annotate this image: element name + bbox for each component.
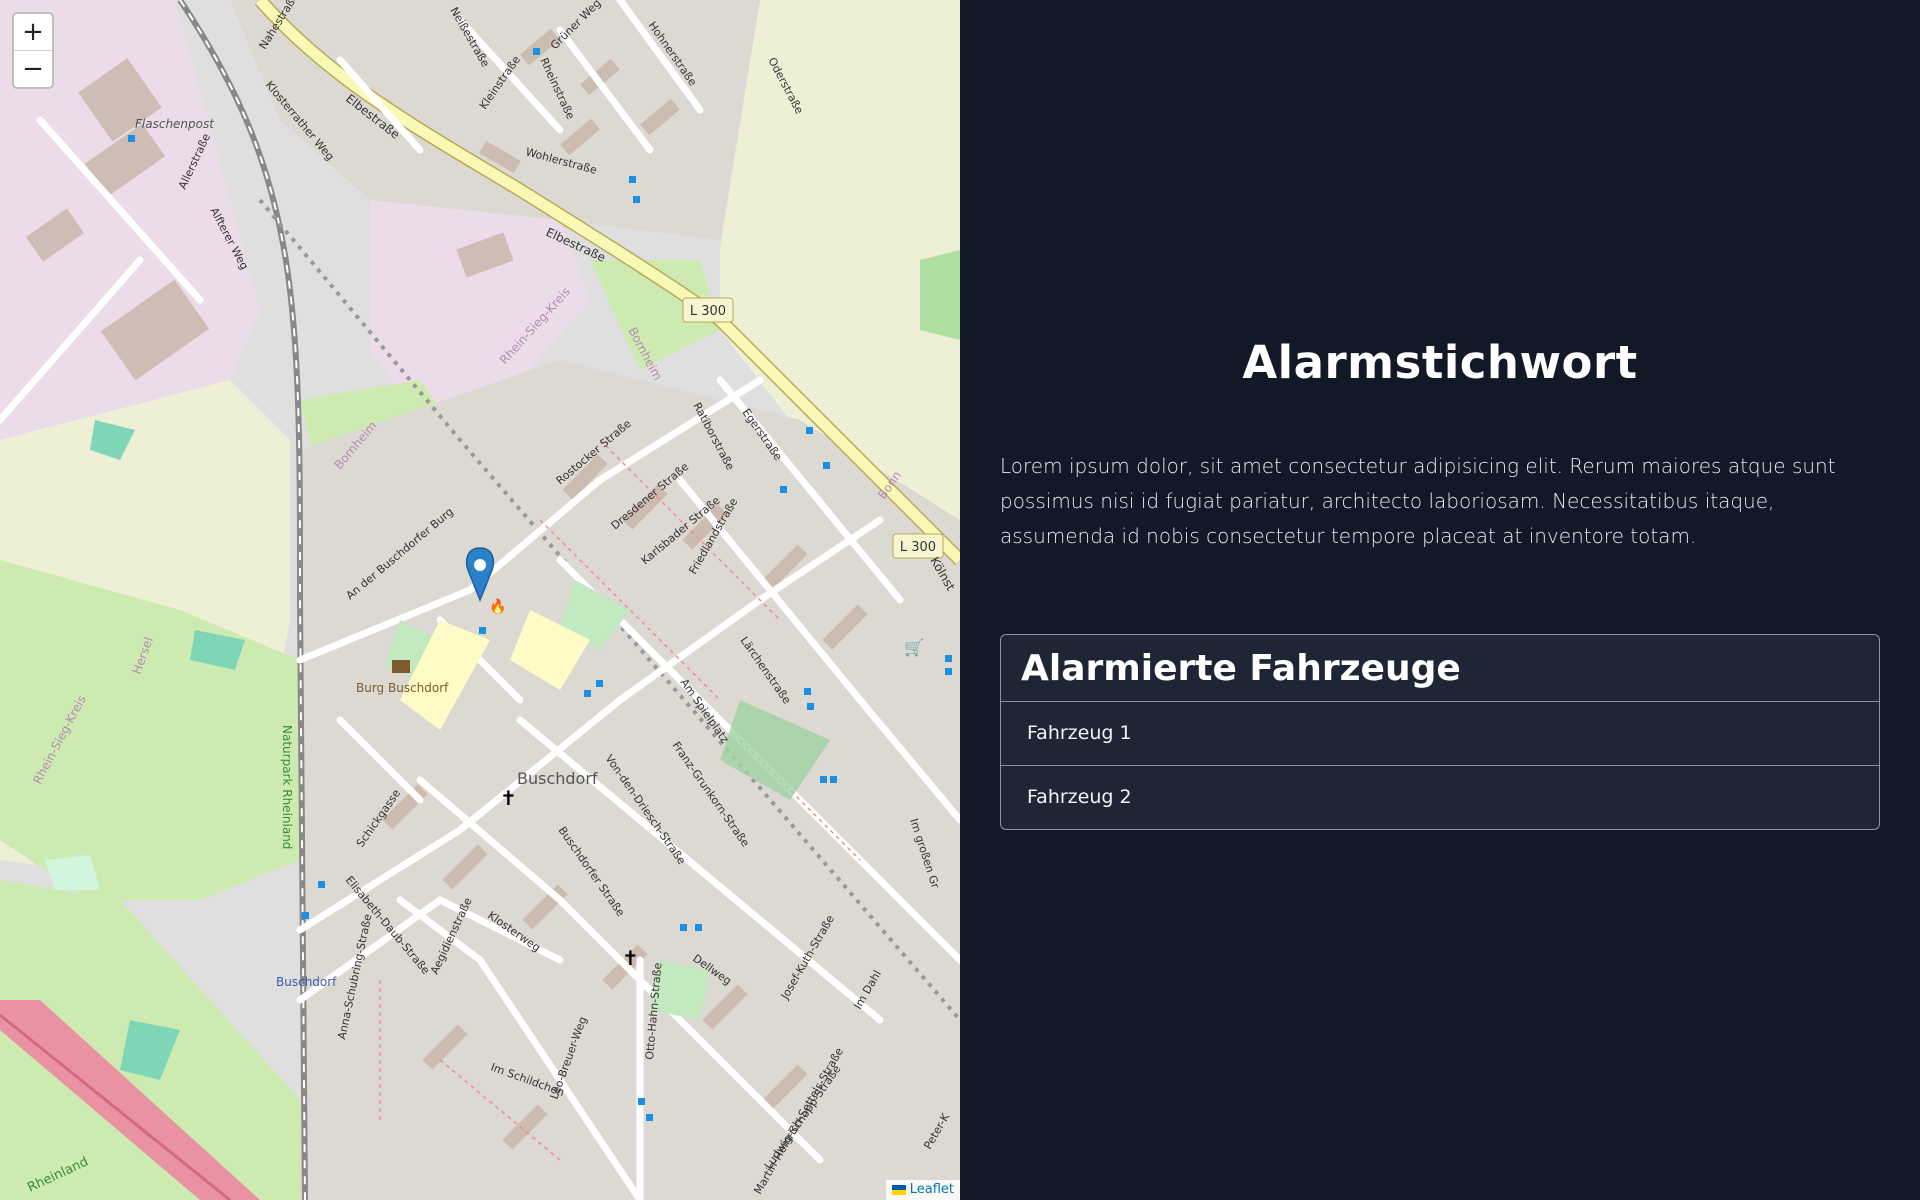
shop-icon: 🛒 xyxy=(904,638,924,657)
church-icon-2: ✝ xyxy=(622,946,639,970)
svg-text:L 300: L 300 xyxy=(690,304,726,319)
map-view[interactable]: L 300 L 300 🔥 ✝ ✝ 🛒 Flaschenpost Elbestr… xyxy=(0,0,960,1200)
leaflet-link[interactable]: Leaflet xyxy=(910,1180,954,1200)
svg-text:Naturpark Rheinland: Naturpark Rheinland xyxy=(280,725,294,849)
alarm-info-panel: Alarmstichwort Lorem ipsum dolor, sit am… xyxy=(960,0,1920,1200)
map-attribution: Leaflet xyxy=(885,1180,960,1200)
svg-text:Flaschenpost: Flaschenpost xyxy=(135,117,215,131)
alerted-vehicles-card: Alarmierte Fahrzeuge Fahrzeug 1 Fahrzeug… xyxy=(1000,634,1880,830)
svg-text:L 300: L 300 xyxy=(900,540,936,555)
vehicle-list-item: Fahrzeug 1 xyxy=(1027,722,1132,744)
zoom-out-button[interactable]: − xyxy=(14,50,52,87)
ukraine-flag-icon xyxy=(891,1185,906,1195)
road-shield-l300-top: L 300 xyxy=(682,297,734,323)
fire-station-icon: 🔥 xyxy=(489,598,506,615)
svg-text:Burg Buschdorf: Burg Buschdorf xyxy=(356,681,449,695)
app-root: L 300 L 300 🔥 ✝ ✝ 🛒 Flaschenpost Elbestr… xyxy=(0,0,1920,1200)
castle-icon xyxy=(392,660,410,673)
road-shield-l300-right: L 300 xyxy=(892,533,944,559)
page-title: Alarmstichwort xyxy=(1242,336,1638,389)
zoom-control: + − xyxy=(12,12,54,89)
card-header: Alarmierte Fahrzeuge xyxy=(1001,635,1879,702)
map-tiles[interactable]: L 300 L 300 🔥 ✝ ✝ 🛒 Flaschenpost Elbestr… xyxy=(0,0,960,1200)
zoom-in-button[interactable]: + xyxy=(14,14,52,50)
svg-text:Buschdorf: Buschdorf xyxy=(276,975,337,989)
church-icon: ✝ xyxy=(500,786,517,810)
svg-text:Buschdorf: Buschdorf xyxy=(517,769,598,788)
vehicle-list-item: Fahrzeug 2 xyxy=(1001,765,1879,829)
alarm-description: Lorem ipsum dolor, sit amet consectetur … xyxy=(1000,454,1836,548)
